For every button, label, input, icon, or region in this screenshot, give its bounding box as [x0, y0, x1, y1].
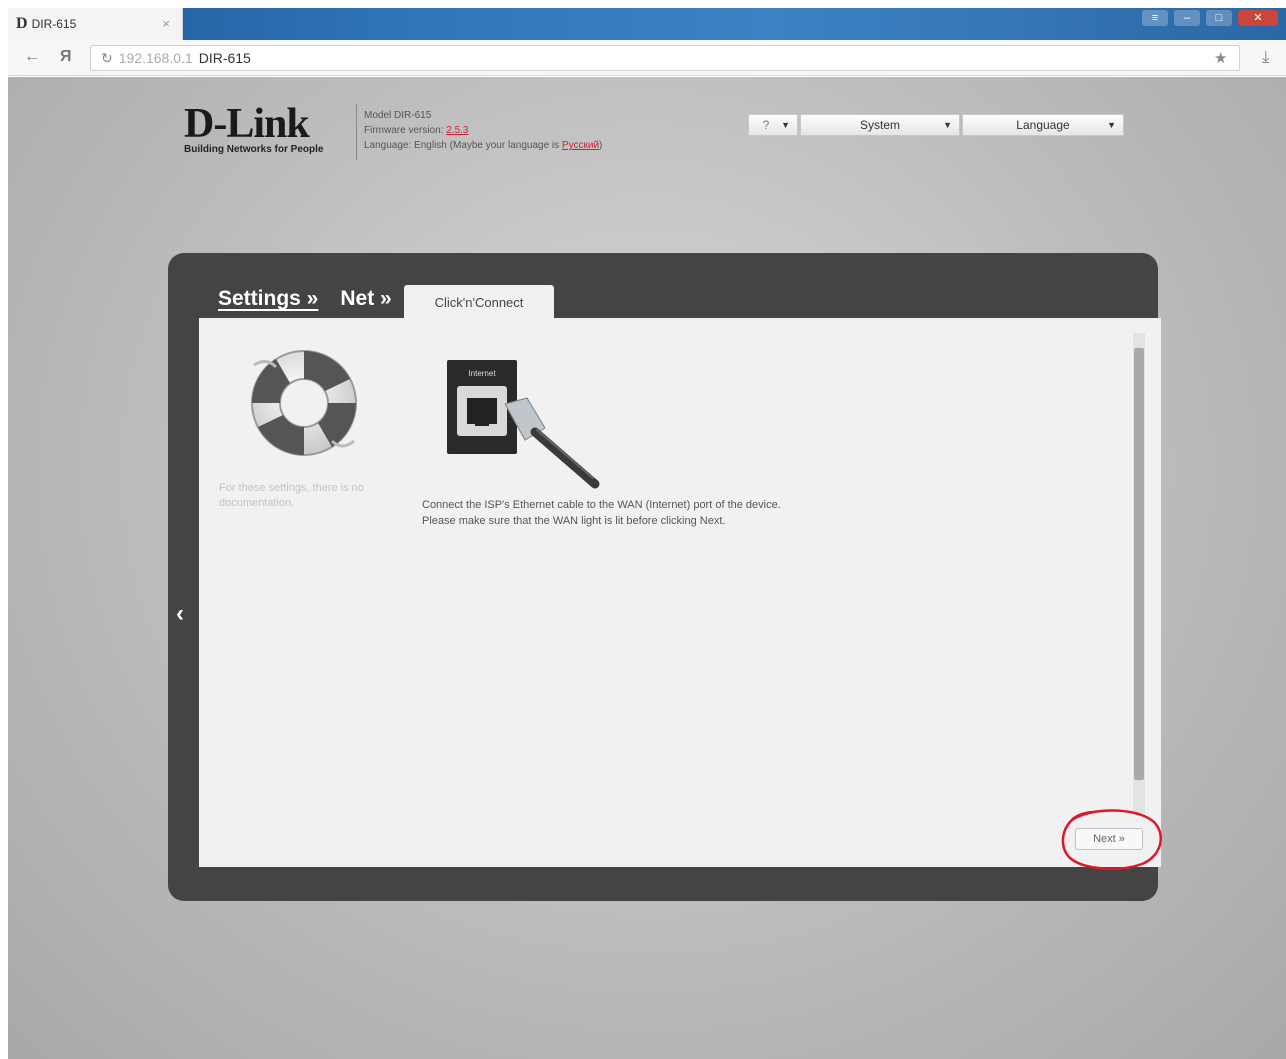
- highlight-circle: [1061, 809, 1162, 870]
- download-icon[interactable]: ⤓: [1262, 47, 1270, 67]
- dlink-logo: D-Link Building Networks for People: [184, 101, 324, 155]
- model-line: Model DIR-615: [364, 110, 432, 121]
- system-menu[interactable]: System ▼: [800, 114, 960, 136]
- instruction-text: Connect the ISP's Ethernet cable to the …: [422, 497, 781, 529]
- header-divider: [356, 104, 357, 160]
- window-menu-icon[interactable]: ≡: [1142, 10, 1168, 26]
- browser-tab[interactable]: D DIR-615 ×: [8, 8, 183, 40]
- window-close-icon[interactable]: ✕: [1238, 10, 1278, 26]
- brand-tagline: Building Networks for People: [184, 144, 324, 155]
- lifebuoy-icon: [251, 350, 357, 456]
- reload-icon[interactable]: ↻: [101, 50, 113, 67]
- browser-tab-title: DIR-615: [31, 17, 77, 31]
- collapse-arrow-icon[interactable]: ‹: [176, 600, 184, 628]
- url-page-title: DIR-615: [198, 50, 251, 66]
- brand-name: D-Link: [184, 101, 310, 147]
- cable-port-label: Internet: [468, 369, 496, 378]
- firmware-line: Firmware version: 2.5.3: [364, 125, 469, 136]
- scrollbar-thumb[interactable]: [1134, 348, 1144, 780]
- chevron-down-icon: ▼: [1107, 120, 1116, 130]
- back-arrow-icon[interactable]: ←: [24, 48, 40, 66]
- tab-close-icon[interactable]: ×: [162, 16, 170, 31]
- firmware-link[interactable]: 2.5.3: [446, 125, 468, 136]
- tab-clicknconnect[interactable]: Click'n'Connect: [404, 285, 554, 319]
- breadcrumb: Settings » Net »: [218, 287, 392, 311]
- instruction-line-2: Please make sure that the WAN light is l…: [422, 515, 726, 527]
- breadcrumb-settings[interactable]: Settings »: [218, 287, 318, 311]
- documentation-note: For these settings, there is no document…: [219, 482, 364, 509]
- chevron-down-icon: ▼: [781, 120, 790, 130]
- language-switch-link[interactable]: Русский: [562, 140, 599, 151]
- top-menu: ? ▼ System ▼ Language ▼: [748, 114, 1124, 136]
- ethernet-cable-icon: Internet: [447, 360, 600, 489]
- device-info: Model DIR-615 Firmware version: 2.5.3 La…: [364, 108, 602, 153]
- url-host: 192.168.0.1: [118, 50, 193, 66]
- dlink-favicon-icon: D: [16, 15, 28, 32]
- system-menu-label: System: [859, 118, 900, 132]
- window-minimize-icon[interactable]: –: [1174, 10, 1200, 26]
- language-line: Language: English (Maybe your language i…: [364, 140, 603, 151]
- url-input[interactable]: ↻ 192.168.0.1 DIR-615: [90, 45, 1240, 71]
- breadcrumb-net[interactable]: Net »: [340, 287, 391, 311]
- language-menu-label: Language: [1016, 118, 1070, 132]
- chevron-down-icon: ▼: [943, 120, 952, 130]
- yandex-icon[interactable]: Я: [60, 48, 72, 66]
- window-maximize-icon[interactable]: □: [1206, 10, 1232, 26]
- help-menu[interactable]: ? ▼: [748, 114, 798, 136]
- language-menu[interactable]: Language ▼: [962, 114, 1124, 136]
- instruction-line-1: Connect the ISP's Ethernet cable to the …: [422, 499, 781, 511]
- bookmark-star-icon[interactable]: ★: [1214, 49, 1227, 67]
- browser-titlebar: [8, 8, 1286, 40]
- help-icon: ?: [762, 118, 770, 132]
- window-controls: ≡ – □ ✕: [1142, 10, 1278, 26]
